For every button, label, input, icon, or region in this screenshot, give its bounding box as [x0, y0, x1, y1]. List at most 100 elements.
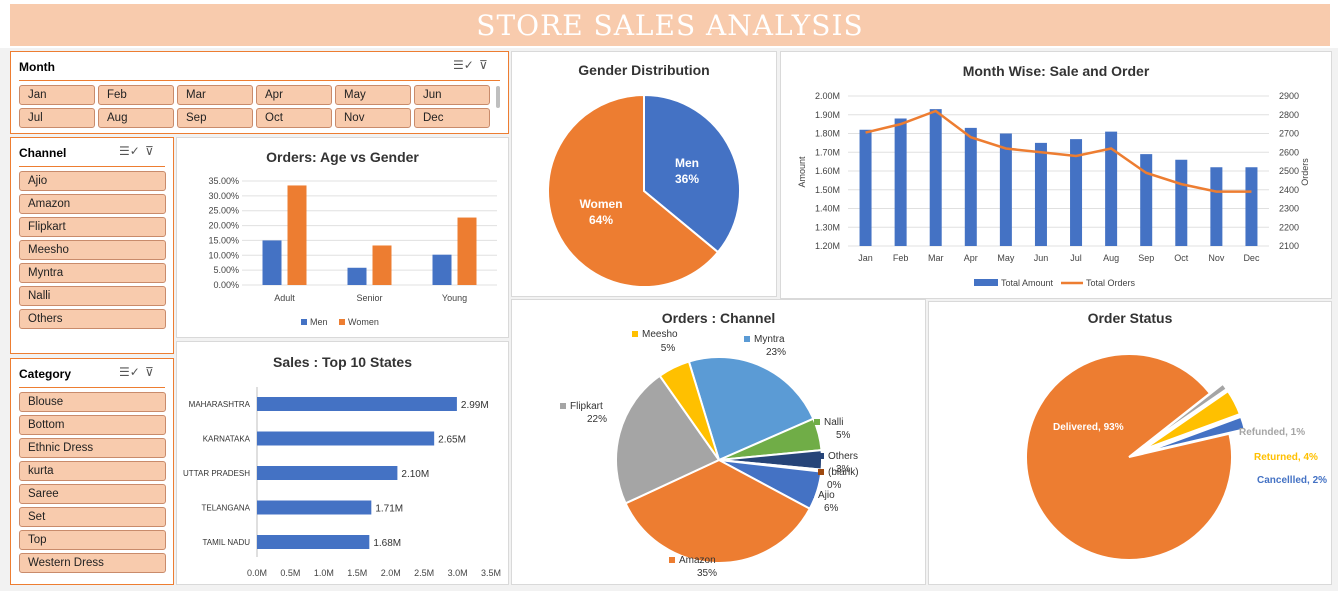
slicer-item-ethnic-dress[interactable]: Ethnic Dress — [19, 438, 166, 458]
slicer-scrollbar[interactable] — [496, 86, 500, 108]
bar-total-amount-may — [999, 133, 1012, 246]
category-slicer-title: Category — [19, 367, 72, 381]
slicer-item-kurta[interactable]: kurta — [19, 461, 166, 481]
slicer-item-may[interactable]: May — [335, 85, 411, 105]
y-tick-label: 1.50M — [815, 185, 840, 195]
slicer-item-flipkart[interactable]: Flipkart — [19, 217, 166, 237]
slicer-item-mar[interactable]: Mar — [177, 85, 253, 105]
y-tick-label: 20.00% — [208, 221, 239, 231]
slicer-item-sep[interactable]: Sep — [177, 108, 253, 128]
slicer-item-aug[interactable]: Aug — [98, 108, 174, 128]
slicer-item-western-dress[interactable]: Western Dress — [19, 553, 166, 573]
bar-women-adult — [287, 185, 307, 285]
clear-filter-icon[interactable]: ⊽ — [145, 365, 154, 379]
slicer-item-myntra[interactable]: Myntra — [19, 263, 166, 283]
x-tick-label: 3.0M — [448, 568, 468, 578]
legend-label-total-orders: Total Orders — [1086, 278, 1136, 288]
slicer-item-jan[interactable]: Jan — [19, 85, 95, 105]
y-tick-label: 1.80M — [815, 129, 840, 139]
legend-label-women: Women — [348, 317, 379, 327]
bar-total-amount-dec — [1245, 167, 1258, 246]
slicer-item-top[interactable]: Top — [19, 530, 166, 550]
data-label-karnataka: 2.65M — [438, 435, 466, 446]
slicer-item-feb[interactable]: Feb — [98, 85, 174, 105]
top-states-chart-panel: Sales : Top 10 States 0.0M 0.5M 1.0M 1.5M 2.… — [176, 341, 509, 585]
slice-label-women: Women — [579, 197, 622, 211]
top-states-chart: 0.0M 0.5M 1.0M 1.5M 2.0M 2.5M 3.0M 3.5M MAHARASH… — [183, 387, 501, 578]
age-gender-chart-panel: Orders: Age vs Gender 0.00% 5.00% 10.00% 15… — [176, 137, 509, 338]
bar-tamil-nadu — [257, 535, 370, 549]
x-tick-label: Jul — [1070, 253, 1082, 263]
x-tick-label: 1.0M — [314, 568, 334, 578]
dashboard-title: STORE SALES ANALYSIS — [10, 4, 1330, 46]
slicer-item-nalli[interactable]: Nalli — [19, 286, 166, 306]
slicer-item-jun[interactable]: Jun — [414, 85, 490, 105]
slice-value-myntra: 23% — [766, 347, 786, 358]
slicer-item-apr[interactable]: Apr — [256, 85, 332, 105]
slice-label-meesho: Meesho — [642, 329, 678, 340]
slicer-item-jul[interactable]: Jul — [19, 108, 95, 128]
y2-axis-label: Orders — [1300, 158, 1310, 186]
y-tick-label: 10.00% — [208, 250, 239, 260]
bar-total-amount-jun — [1034, 142, 1047, 246]
bar-men-young — [432, 254, 452, 285]
slicer-item-oct[interactable]: Oct — [256, 108, 332, 128]
slice-label-others: Others — [828, 451, 858, 462]
y-tick-label: 35.00% — [208, 176, 239, 186]
clear-filter-icon[interactable]: ⊽ — [145, 144, 154, 158]
orders-channel-chart: Myntra23%Nalli5%Others3%(blank)0%Ajio6%A… — [560, 329, 859, 579]
slice-value-flipkart: 22% — [587, 414, 607, 425]
channel-slicer: Channel ☰✓ ⊽ Ajio Amazon Flipkart Meesho Myn… — [10, 137, 174, 354]
slice-value-ajio: 6% — [824, 503, 839, 514]
slice-value-amazon: 35% — [697, 568, 717, 579]
slicer-item-ajio[interactable]: Ajio — [19, 171, 166, 191]
multi-select-icon[interactable]: ☰✓ — [119, 144, 140, 158]
orders-channel-panel: Orders : Channel Myntra 23% Nalli 5% Others 3… — [511, 299, 926, 585]
slice-value-meesho: 5% — [661, 343, 676, 354]
x-tick-label: Nov — [1208, 253, 1225, 263]
legend-swatch-amazon — [669, 557, 675, 563]
bar-maharashtra — [257, 397, 457, 411]
bar-telangana — [257, 500, 372, 515]
y2-tick-label: 2300 — [1279, 204, 1299, 214]
slicer-item-dec[interactable]: Dec — [414, 108, 490, 128]
y-tick-label: 25.00% — [208, 206, 239, 216]
slicer-item-blouse[interactable]: Blouse — [19, 392, 166, 412]
bar-total-amount-sep — [1140, 154, 1153, 246]
gender-distribution-chart: Men 36% Women 64% — [547, 93, 741, 288]
slicer-item-saree[interactable]: Saree — [19, 484, 166, 504]
legend-swatch-myntra — [744, 336, 750, 342]
x-tick-label: Jun — [1034, 253, 1049, 263]
x-tick-label: 1.5M — [347, 568, 367, 578]
slicer-item-meesho[interactable]: Meesho — [19, 240, 166, 260]
slice-label-refunded: Refunded, 1% — [1239, 427, 1305, 438]
x-tick-label: Dec — [1243, 253, 1260, 263]
slicer-divider — [19, 387, 165, 388]
legend-swatch-ajio — [808, 492, 814, 498]
slicer-item-amazon[interactable]: Amazon — [19, 194, 166, 214]
slicer-divider — [19, 166, 165, 167]
x-tick-label: Oct — [1174, 253, 1189, 263]
month-sale-order-panel: Month Wise: Sale and Order 1.20M 1.30M 1.4… — [780, 51, 1332, 299]
legend-swatch-others — [818, 453, 824, 459]
x-tick-label: 0.5M — [280, 568, 300, 578]
x-tick-label: Aug — [1103, 253, 1119, 263]
multi-select-icon[interactable]: ☰✓ — [453, 58, 474, 72]
slicer-item-set[interactable]: Set — [19, 507, 166, 527]
category-label-maharashtra: MAHARASHTRA — [189, 400, 251, 409]
multi-select-icon[interactable]: ☰✓ — [119, 365, 140, 379]
slicer-item-others[interactable]: Others — [19, 309, 166, 329]
legend-label-total-amount: Total Amount — [1001, 278, 1054, 288]
y-tick-label: 5.00% — [213, 265, 239, 275]
line-total-orders — [865, 109, 1252, 193]
y-tick-label: 1.20M — [815, 241, 840, 251]
slicer-item-bottom[interactable]: Bottom — [19, 415, 166, 435]
slice-label-cancellled: Cancellled, 2% — [1257, 475, 1327, 486]
slice-label-amazon: Amazon — [679, 555, 716, 566]
y2-tick-label: 2600 — [1279, 147, 1299, 157]
legend-swatch-total-amount — [974, 279, 998, 286]
slicer-item-nov[interactable]: Nov — [335, 108, 411, 128]
clear-filter-icon[interactable]: ⊽ — [479, 58, 488, 72]
bar-total-amount-apr — [964, 127, 977, 246]
y2-tick-label: 2100 — [1279, 241, 1299, 251]
